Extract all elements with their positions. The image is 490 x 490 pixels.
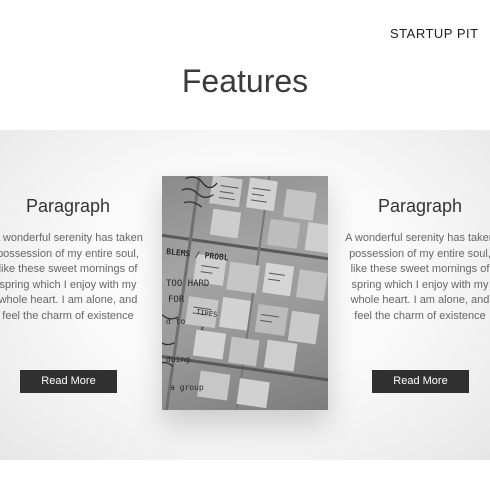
feature-paragraph: A wonderful serenity has taken possessio… [345,232,490,322]
read-more-button-left[interactable]: Read More [20,370,117,393]
handwriting-label: doing [166,355,190,364]
feature-heading: Paragraph [377,196,463,216]
whiteboard-photo: BLEMS / PROBL TIRES x FOR d to doing a g… [162,176,328,410]
feature-column-right: Paragraph A wonderful serenity has taken… [345,196,490,324]
feature-column-left: Paragraph A wonderful serenity has taken… [0,196,143,324]
handwriting-label: d to [166,317,185,326]
handwriting-label: a group [170,383,204,392]
feature-heading: Paragraph [25,196,111,216]
feature-paragraph: A wonderful serenity has taken possessio… [0,232,143,322]
brand-logo-text[interactable]: STARTUP PIT [390,26,490,41]
section-title: Features [181,63,309,99]
handwriting-label: FOR [168,295,185,305]
handwriting-label: TOO HARD [166,279,209,289]
read-more-button-right[interactable]: Read More [372,370,469,393]
